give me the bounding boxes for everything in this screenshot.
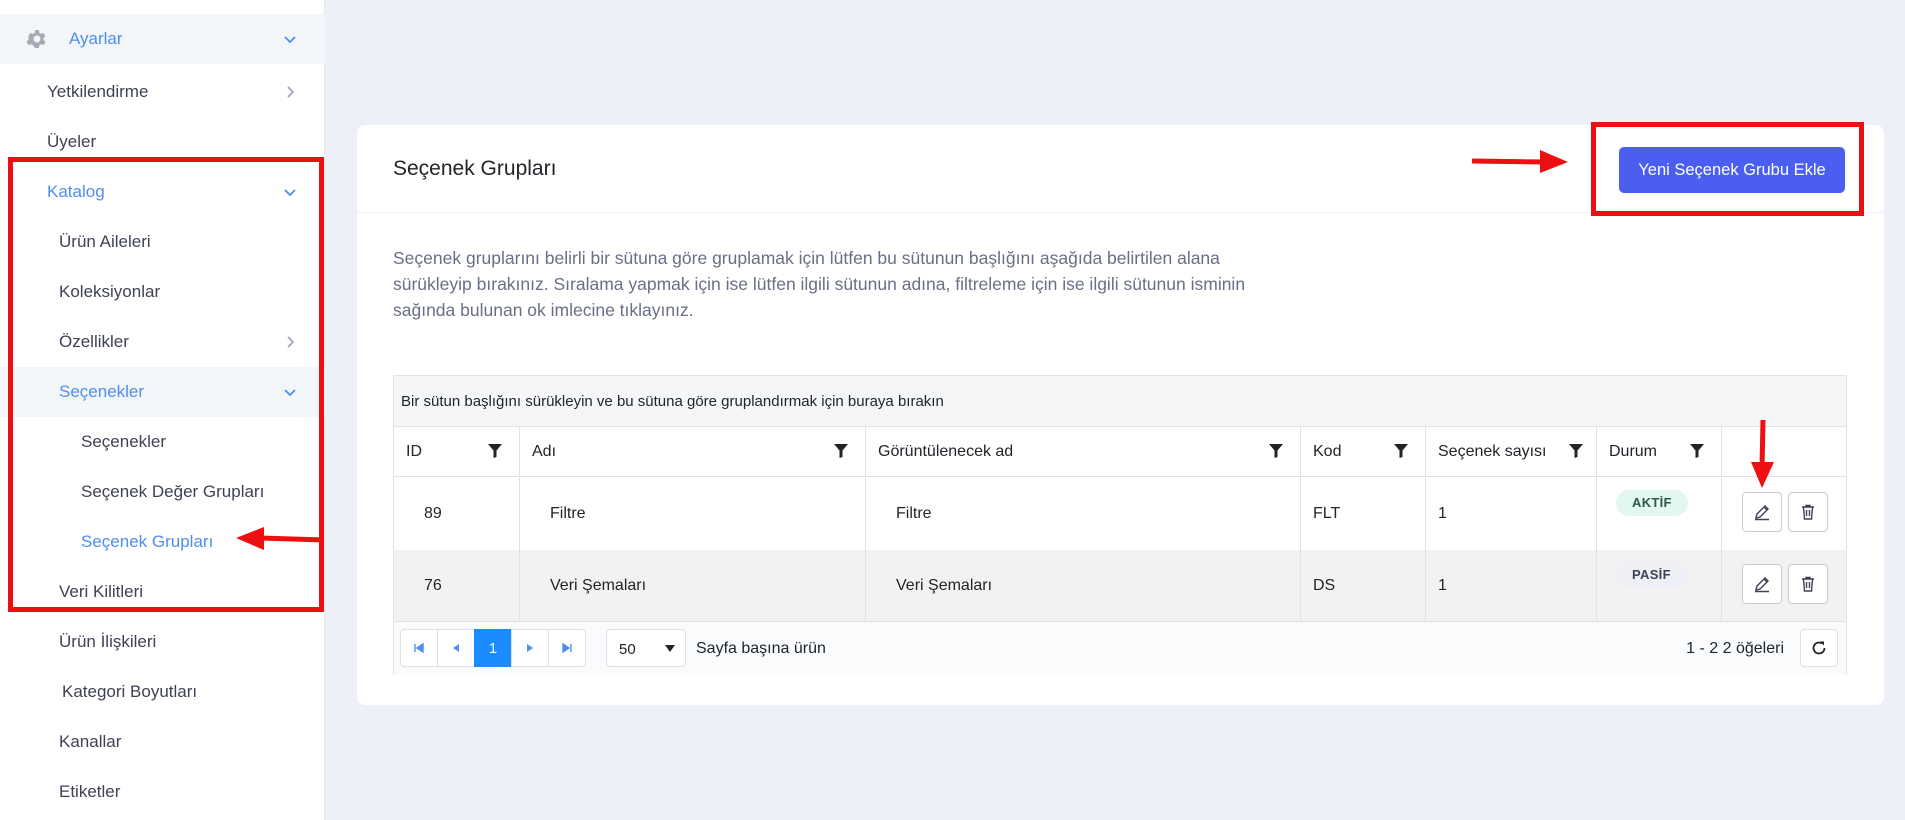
prev-page-icon [453, 644, 459, 652]
first-page-icon [414, 642, 424, 654]
page-title: Seçenek Grupları [393, 157, 557, 180]
sidebar-item-settings[interactable]: Ayarlar [0, 14, 325, 64]
filter-icon[interactable] [1393, 443, 1409, 459]
column-header-status[interactable]: Durum [1597, 427, 1722, 477]
last-page-icon [562, 642, 572, 654]
cell-id: 89 [424, 505, 442, 522]
column-header-label: Kod [1313, 443, 1342, 460]
cell-name: Filtre [550, 505, 586, 522]
option-groups-grid: Bir sütun başlığını sürükleyin ve bu süt… [393, 375, 1847, 675]
group-drop-panel[interactable]: Bir sütun başlığını sürükleyin ve bu süt… [394, 376, 1846, 427]
cell-code: DS [1313, 577, 1336, 594]
column-header-display-name[interactable]: Görüntülenecek ad [866, 427, 1301, 477]
trash-icon [1802, 576, 1814, 592]
trash-icon [1802, 504, 1814, 520]
edit-icon [1755, 505, 1769, 521]
cell-display-name: Filtre [896, 505, 932, 522]
sidebar-item-label: Etiketler [59, 782, 121, 801]
status-badge: PASİF [1616, 562, 1687, 588]
annotation-arrow-down [1751, 419, 1774, 488]
sidebar-item-label: Ürün İlişkileri [59, 632, 157, 651]
sidebar-item-authorization[interactable]: Yetkilendirme [0, 67, 325, 117]
cell-option-count: 1 [1438, 505, 1447, 522]
edit-button[interactable] [1742, 564, 1782, 604]
sidebar-item-label: Kanallar [59, 732, 122, 751]
filter-icon[interactable] [833, 443, 849, 459]
table-row[interactable]: 76 Veri Şemaları Veri Şemaları DS 1 PASİ… [394, 550, 1846, 622]
filter-icon[interactable] [1568, 443, 1584, 459]
sidebar-item-label: Kategori Boyutları [62, 682, 198, 701]
cell-name: Veri Şemaları [550, 577, 647, 594]
column-header-name[interactable]: Adı [520, 427, 866, 477]
annotation-box-add-button [1591, 122, 1864, 216]
sidebar-item-tags[interactable]: Etiketler [0, 767, 325, 817]
table-row[interactable]: 89 Filtre Filtre FLT 1 AKTİF [394, 478, 1846, 550]
grid-header-row: ID Adı Görüntülenecek ad Kod Seçenek say… [394, 427, 1846, 477]
delete-button[interactable] [1788, 564, 1828, 604]
sidebar-item-category-dimensions[interactable]: Kategori Boyutları [0, 667, 325, 717]
filter-icon[interactable] [1268, 443, 1284, 459]
refresh-icon [1812, 641, 1826, 655]
page-number-button[interactable]: 1 [474, 629, 512, 667]
first-page-button[interactable] [400, 629, 438, 667]
column-header-option-count[interactable]: Seçenek sayısı [1426, 427, 1597, 477]
gear-icon [26, 30, 46, 48]
edit-icon [1755, 577, 1769, 593]
pagination-bar: 1 50 Sayfa başına ürün 1 - 2 2 öğeleri [394, 621, 1846, 675]
chevron-down-icon [283, 32, 297, 46]
cell-option-count: 1 [1438, 577, 1447, 594]
page-size-select[interactable]: 50 [606, 629, 686, 667]
column-header-label: Adı [532, 443, 557, 460]
description-text: Seçenek gruplarını belirli bir sütuna gö… [393, 248, 1246, 320]
sidebar-item-label: Üyeler [47, 132, 97, 151]
page-size-value: 50 [619, 641, 636, 658]
refresh-button[interactable] [1800, 629, 1838, 667]
status-badge: AKTİF [1616, 490, 1688, 516]
edit-button[interactable] [1742, 492, 1782, 532]
column-header-id[interactable]: ID [394, 427, 520, 477]
column-header-label: Seçenek sayısı [1438, 443, 1547, 460]
sidebar-item-label: Yetkilendirme [47, 82, 149, 101]
cell-code: FLT [1313, 505, 1341, 522]
sidebar-item-product-relations[interactable]: Ürün İlişkileri [0, 617, 325, 667]
dropdown-arrow-icon [665, 645, 675, 652]
column-header-label: Görüntülenecek ad [878, 443, 1014, 460]
column-header-label: ID [406, 443, 422, 460]
column-header-code[interactable]: Kod [1301, 427, 1426, 477]
annotation-arrow-right [1471, 150, 1568, 173]
delete-button[interactable] [1788, 492, 1828, 532]
next-page-icon [527, 644, 533, 652]
prev-page-button[interactable] [437, 629, 475, 667]
sidebar-item-label: Ayarlar [69, 29, 123, 48]
next-page-button[interactable] [511, 629, 549, 667]
last-page-button[interactable] [548, 629, 586, 667]
filter-icon[interactable] [487, 443, 503, 459]
filter-icon[interactable] [1689, 443, 1705, 459]
chevron-right-icon [283, 85, 297, 99]
pager-info: 1 - 2 2 öğeleri [1686, 640, 1784, 657]
column-header-label: Durum [1609, 443, 1658, 460]
column-header-actions [1722, 427, 1846, 477]
cell-display-name: Veri Şemaları [896, 577, 993, 594]
cell-id: 76 [424, 577, 442, 594]
page-size-label: Sayfa başına ürün [696, 640, 826, 657]
annotation-arrow-left [236, 527, 325, 550]
sidebar-item-channels[interactable]: Kanallar [0, 717, 325, 767]
